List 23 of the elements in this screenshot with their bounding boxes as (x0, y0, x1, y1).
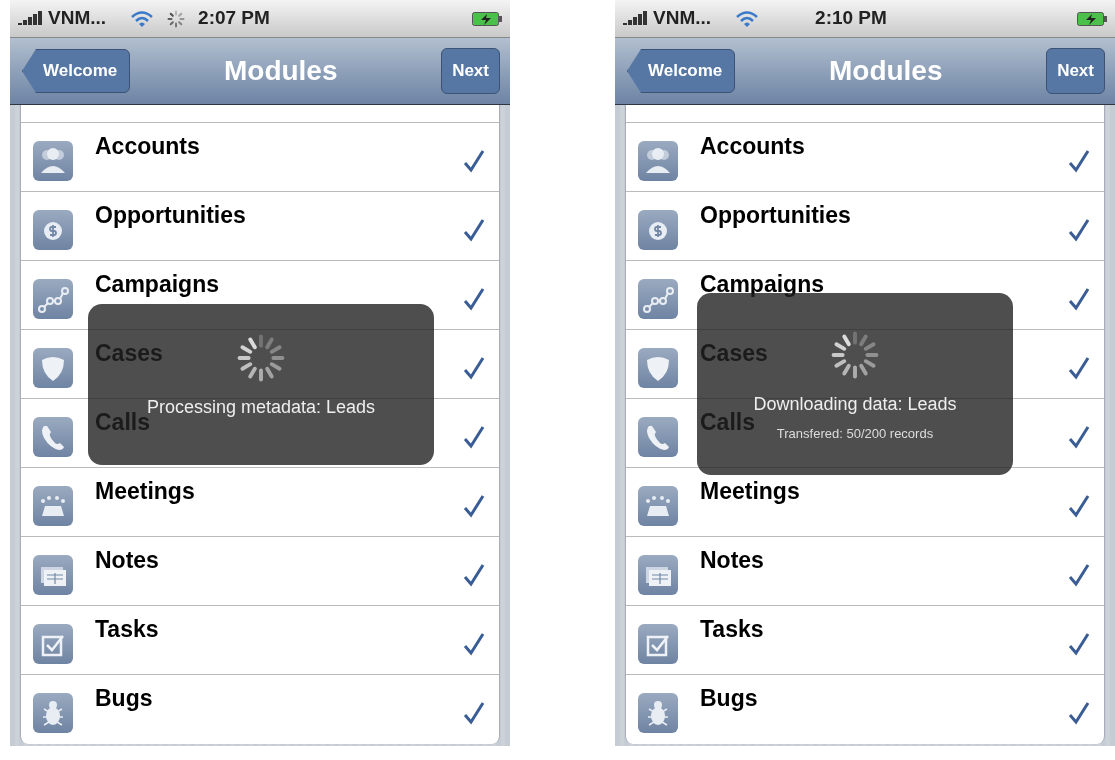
module-name: Opportunities (95, 201, 246, 230)
module-name: Tasks (95, 615, 159, 644)
module-name: Meetings (700, 477, 800, 506)
module-name: Bugs (95, 684, 153, 713)
carrier-label: VNM... (653, 6, 712, 31)
module-name: Accounts (95, 132, 200, 161)
module-name: Meetings (95, 477, 195, 506)
progress-message: Downloading data: Leads (753, 393, 957, 414)
carrier-label: VNM... (48, 6, 107, 31)
module-name: Bugs (700, 684, 758, 713)
module-name: Notes (700, 546, 764, 575)
module-name: Accounts (700, 132, 805, 161)
module-name: Tasks (700, 615, 764, 644)
module-name: Notes (95, 546, 159, 575)
clock-label: 2:10 PM (815, 6, 887, 31)
screen-title: Modules (828, 54, 943, 88)
progress-detail: Transfered: 50/200 records (776, 425, 934, 443)
screen-title: Modules (223, 54, 338, 88)
module-name: Campaigns (95, 270, 219, 299)
module-name: Opportunities (700, 201, 851, 230)
clock-label: 2:07 PM (198, 6, 270, 31)
progress-message: Processing metadata: Leads (146, 396, 376, 417)
module-name: Campaigns (700, 270, 824, 299)
